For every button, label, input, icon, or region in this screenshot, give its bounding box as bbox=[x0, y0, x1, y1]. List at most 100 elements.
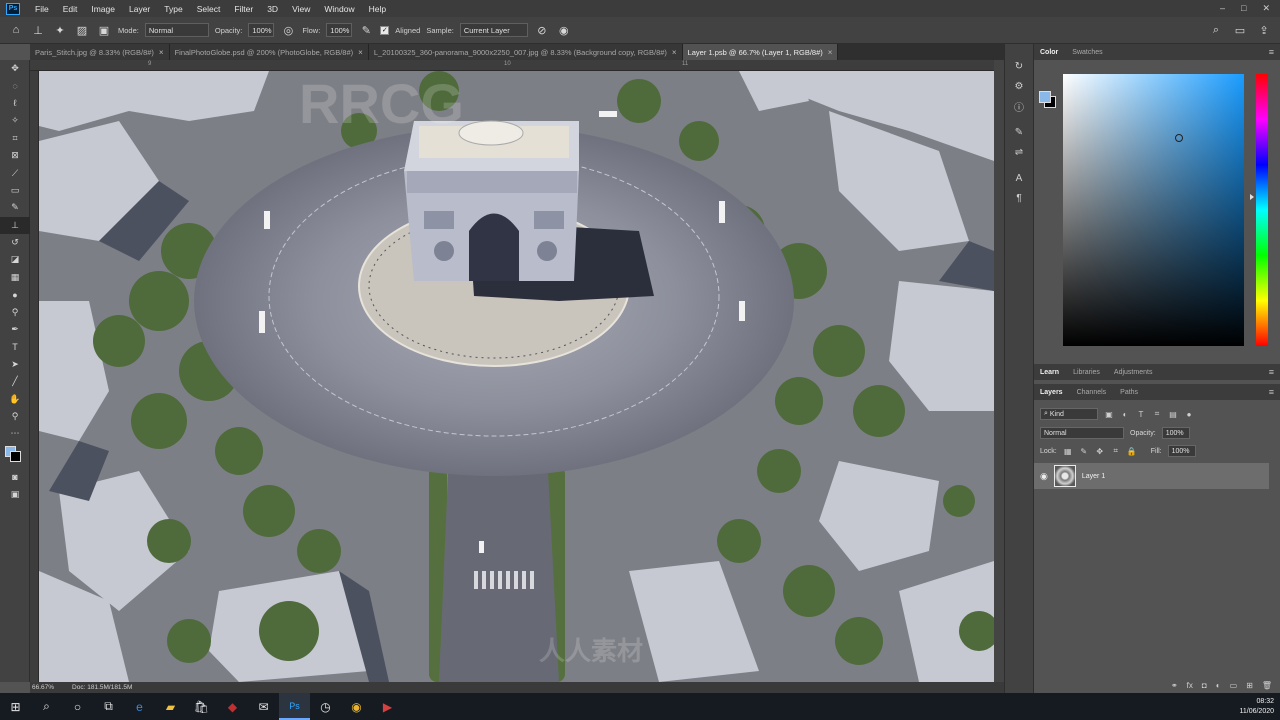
tab-learn[interactable]: Learn bbox=[1040, 369, 1059, 376]
file-explorer-icon[interactable]: ▰ bbox=[155, 693, 186, 720]
opacity-field[interactable]: 100% bbox=[248, 23, 275, 37]
close-icon[interactable]: × bbox=[828, 48, 833, 57]
windows-start-icon[interactable]: ⊞ bbox=[0, 693, 31, 720]
system-clock[interactable]: 08:32 11/06/2020 bbox=[1239, 697, 1280, 717]
line-tool-icon[interactable]: ╱ bbox=[0, 373, 30, 390]
pressure-size-icon[interactable]: ◉ bbox=[556, 22, 572, 38]
tab-swatches[interactable]: Swatches bbox=[1072, 49, 1102, 56]
app-icon[interactable]: ◆ bbox=[217, 693, 248, 720]
history-icon[interactable]: ↻ bbox=[1005, 56, 1033, 76]
ignore-adjustment-layers-icon[interactable]: ⊘ bbox=[534, 22, 550, 38]
lock-all-icon[interactable]: 🔒 bbox=[1127, 445, 1137, 457]
screen-mode-icon[interactable]: ▣ bbox=[0, 486, 30, 503]
flow-field[interactable]: 100% bbox=[326, 23, 353, 37]
menu-file[interactable]: File bbox=[28, 4, 56, 14]
hue-slider[interactable] bbox=[1256, 74, 1268, 346]
menu-select[interactable]: Select bbox=[190, 4, 228, 14]
close-icon[interactable]: ✕ bbox=[1262, 3, 1270, 14]
brush-tool-icon[interactable]: ✎ bbox=[0, 199, 30, 216]
menu-3d[interactable]: 3D bbox=[260, 4, 285, 14]
frame-tool-icon[interactable]: ⊠ bbox=[0, 147, 30, 164]
media-player-icon[interactable]: ▶ bbox=[372, 693, 403, 720]
pen-tool-icon[interactable]: ✒ bbox=[0, 321, 30, 338]
brush-panel-icon[interactable]: ✎ bbox=[1005, 122, 1033, 142]
menu-layer[interactable]: Layer bbox=[122, 4, 157, 14]
visibility-eye-icon[interactable]: ◉ bbox=[1040, 471, 1048, 482]
paragraph-panel-icon[interactable]: ¶ bbox=[1005, 188, 1033, 208]
magic-wand-tool-icon[interactable]: ✧ bbox=[0, 112, 30, 129]
move-tool-icon[interactable]: ✥ bbox=[0, 60, 30, 77]
clock-app-icon[interactable]: ◷ bbox=[310, 693, 341, 720]
foreground-color-swatch[interactable] bbox=[1039, 91, 1051, 103]
tab-final-photo-globe[interactable]: FinalPhotoGlobe.psd @ 200% (PhotoGlobe, … bbox=[169, 44, 369, 60]
tab-adjustments[interactable]: Adjustments bbox=[1114, 369, 1153, 376]
airbrush-icon[interactable]: ✎ bbox=[358, 22, 374, 38]
search-icon[interactable]: ⌕ bbox=[1208, 22, 1224, 38]
filter-smart-object-icon[interactable]: ▤ bbox=[1168, 408, 1178, 420]
menu-image[interactable]: Image bbox=[84, 4, 122, 14]
character-panel-icon[interactable]: A bbox=[1005, 168, 1033, 188]
pressure-opacity-icon[interactable]: ◎ bbox=[280, 22, 296, 38]
panel-menu-icon[interactable]: ≡ bbox=[1269, 47, 1274, 57]
close-icon[interactable]: × bbox=[159, 48, 164, 57]
hue-arrow-icon[interactable] bbox=[1250, 194, 1254, 200]
close-icon[interactable]: × bbox=[358, 48, 363, 57]
gradient-tool-icon[interactable]: ▦ bbox=[0, 269, 30, 286]
dodge-tool-icon[interactable]: ⚲ bbox=[0, 303, 30, 320]
sample-select[interactable]: Current Layer bbox=[459, 23, 528, 37]
add-mask-icon[interactable]: ◘ bbox=[1202, 681, 1207, 690]
fill-field[interactable]: 100% bbox=[1167, 445, 1196, 457]
ruler-vertical[interactable] bbox=[30, 71, 39, 682]
task-view-icon[interactable]: ⧉ bbox=[93, 693, 124, 720]
color-field[interactable] bbox=[1063, 74, 1244, 346]
tab-layer-1[interactable]: Layer 1.psb @ 66.7% (Layer 1, RGB/8#) × bbox=[682, 44, 839, 60]
menu-filter[interactable]: Filter bbox=[227, 4, 260, 14]
link-layers-icon[interactable]: ⚭ bbox=[1171, 681, 1178, 690]
vertical-scrollbar[interactable] bbox=[994, 60, 1004, 682]
filter-shape-icon[interactable]: ⌗ bbox=[1152, 408, 1162, 420]
tab-channels[interactable]: Channels bbox=[1077, 389, 1107, 396]
menu-type[interactable]: Type bbox=[157, 4, 189, 14]
history-brush-tool-icon[interactable]: ↺ bbox=[0, 234, 30, 251]
aligned-checkbox[interactable]: ✓ bbox=[380, 25, 390, 35]
fx-icon[interactable]: fx bbox=[1187, 681, 1193, 690]
tab-libraries[interactable]: Libraries bbox=[1073, 369, 1100, 376]
brush-settings-icon[interactable]: ▨ bbox=[74, 22, 90, 38]
menu-help[interactable]: Help bbox=[362, 4, 393, 14]
info-icon[interactable]: ⓘ bbox=[1005, 96, 1033, 116]
tab-color[interactable]: Color bbox=[1040, 49, 1058, 56]
lock-transparent-icon[interactable]: ▦ bbox=[1063, 445, 1073, 457]
healing-brush-tool-icon[interactable]: ▭ bbox=[0, 182, 30, 199]
document-size[interactable]: Doc: 181.5M/181.5M bbox=[72, 684, 132, 691]
cortana-icon[interactable]: ○ bbox=[62, 693, 93, 720]
new-layer-icon[interactable]: ⊞ bbox=[1246, 681, 1253, 690]
clone-stamp-tool-preset-icon[interactable]: ⊥ bbox=[30, 22, 46, 38]
crop-tool-icon[interactable]: ⌗ bbox=[0, 130, 30, 147]
tab-paris-stitch[interactable]: Paris_Stitch.jpg @ 8.33% (RGB/8#) × bbox=[30, 44, 170, 60]
lock-artboard-icon[interactable]: ⌗ bbox=[1111, 445, 1121, 457]
close-icon[interactable]: × bbox=[672, 48, 677, 57]
quick-mask-icon[interactable]: ◙ bbox=[0, 469, 30, 486]
blur-tool-icon[interactable]: ● bbox=[0, 286, 30, 303]
path-selection-tool-icon[interactable]: ➤ bbox=[0, 356, 30, 373]
properties-icon[interactable]: ⚙ bbox=[1005, 76, 1033, 96]
photoshop-taskbar-icon[interactable]: Ps bbox=[279, 693, 310, 720]
clone-source-icon[interactable]: ▣ bbox=[96, 22, 112, 38]
eyedropper-tool-icon[interactable]: ⟋ bbox=[0, 164, 30, 181]
layer-row[interactable]: ◉ Layer 1 bbox=[1034, 463, 1269, 489]
lock-position-icon[interactable]: ✥ bbox=[1095, 445, 1105, 457]
panel-menu-icon[interactable]: ≡ bbox=[1269, 367, 1274, 377]
delete-layer-icon[interactable]: 🗑 bbox=[1262, 681, 1272, 690]
color-picker-ring[interactable] bbox=[1175, 134, 1183, 142]
new-adjustment-icon[interactable]: ◐ bbox=[1216, 681, 1221, 690]
new-group-icon[interactable]: ▭ bbox=[1230, 681, 1238, 690]
workspace-icon[interactable]: ▭ bbox=[1232, 22, 1248, 38]
hand-tool-icon[interactable]: ✋ bbox=[0, 390, 30, 407]
ruler-horizontal[interactable]: 9 10 11 bbox=[30, 60, 994, 71]
adjust-panel-icon[interactable]: ⇌ bbox=[1005, 142, 1033, 162]
clone-stamp-tool-icon[interactable]: ⊥ bbox=[0, 216, 30, 234]
marquee-tool-icon[interactable]: ◌ bbox=[0, 77, 30, 94]
share-icon[interactable]: ⇪ bbox=[1256, 22, 1272, 38]
zoom-level[interactable]: 66.67% bbox=[32, 684, 54, 691]
lock-image-icon[interactable]: ✎ bbox=[1079, 445, 1089, 457]
